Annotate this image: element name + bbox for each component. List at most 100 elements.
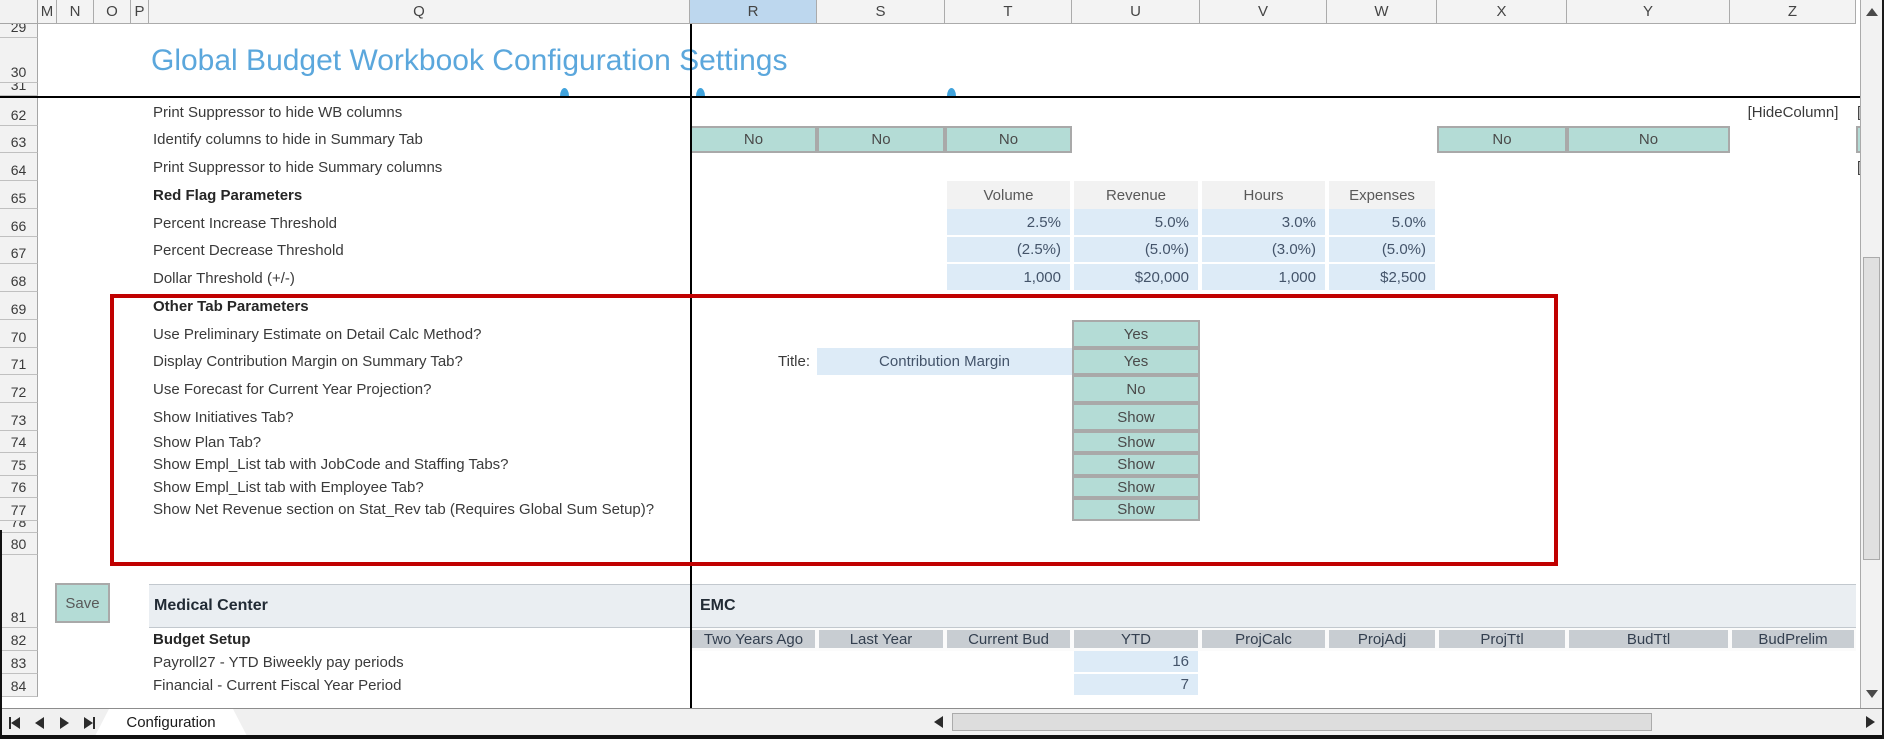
row-header-63[interactable]: 63 bbox=[0, 126, 38, 153]
scroll-down-icon[interactable] bbox=[1866, 690, 1878, 698]
vertical-scrollbar[interactable] bbox=[1860, 0, 1882, 708]
scroll-up-icon[interactable] bbox=[1866, 8, 1878, 16]
cell-U65[interactable]: Revenue bbox=[1072, 181, 1200, 209]
cell-R63[interactable]: No bbox=[690, 126, 817, 153]
column-header-Q[interactable]: Q bbox=[149, 0, 690, 24]
cell-V67[interactable]: (3.0%) bbox=[1200, 237, 1327, 264]
row-header-64[interactable]: 64 bbox=[0, 153, 38, 181]
row-header-69[interactable]: 69 bbox=[0, 292, 38, 320]
cell-Q67[interactable]: Percent Decrease Threshold bbox=[149, 237, 690, 264]
cell-R82[interactable]: Two Years Ago bbox=[690, 628, 817, 651]
scroll-left-icon[interactable] bbox=[934, 716, 943, 728]
cell-V66[interactable]: 3.0% bbox=[1200, 209, 1327, 237]
column-header-V[interactable]: V bbox=[1200, 0, 1327, 24]
column-header-X[interactable]: X bbox=[1437, 0, 1567, 24]
next-sheet-button[interactable] bbox=[56, 715, 72, 731]
column-header-S[interactable]: S bbox=[817, 0, 945, 24]
cell-U84[interactable]: 7 bbox=[1072, 674, 1200, 697]
row-header-80[interactable]: 80 bbox=[0, 533, 38, 555]
row-header-67[interactable]: 67 bbox=[0, 237, 38, 264]
column-header-U[interactable]: U bbox=[1072, 0, 1200, 24]
cell-Q83[interactable]: Payroll27 - YTD Biweekly pay periods bbox=[149, 651, 690, 674]
row-header-68[interactable]: 68 bbox=[0, 264, 38, 292]
column-header-T[interactable]: T bbox=[945, 0, 1072, 24]
cell-S82[interactable]: Last Year bbox=[817, 628, 945, 651]
cell-Q63[interactable]: Identify columns to hide in Summary Tab bbox=[149, 126, 690, 153]
cell-U66[interactable]: 5.0% bbox=[1072, 209, 1200, 237]
hidecolumn-tag[interactable]: [HideColumn] bbox=[1730, 98, 1856, 126]
cell-Q65[interactable]: Red Flag Parameters bbox=[149, 181, 690, 209]
column-header-M[interactable]: M bbox=[38, 0, 57, 24]
row-header-29[interactable]: 29 bbox=[0, 24, 38, 38]
cell-Q62[interactable]: Print Suppressor to hide WB columns bbox=[149, 98, 690, 126]
row-header-81[interactable]: 81 bbox=[0, 555, 38, 628]
page-title[interactable]: Global Budget Workbook Configuration Set… bbox=[149, 38, 1856, 83]
row-header-82[interactable]: 82 bbox=[0, 628, 38, 651]
cell-T65[interactable]: Volume bbox=[945, 181, 1072, 209]
cell-U82[interactable]: YTD bbox=[1072, 628, 1200, 651]
row-header-83[interactable]: 83 bbox=[0, 651, 38, 674]
cell-T67[interactable]: (2.5%) bbox=[945, 237, 1072, 264]
row-header-65[interactable]: 65 bbox=[0, 181, 38, 209]
row-header-77[interactable]: 77 bbox=[0, 498, 38, 521]
cell-Q82[interactable]: Budget Setup bbox=[149, 628, 690, 651]
cell-W82[interactable]: ProjAdj bbox=[1327, 628, 1437, 651]
column-header-N[interactable]: N bbox=[57, 0, 94, 24]
cell-Q84[interactable]: Financial - Current Fiscal Year Period bbox=[149, 674, 690, 697]
cell-Q68[interactable]: Dollar Threshold (+/-) bbox=[149, 264, 690, 292]
cell-X82[interactable]: ProjTtl bbox=[1437, 628, 1567, 651]
row-header-30[interactable]: 30 bbox=[0, 38, 38, 83]
row-header-73[interactable]: 73 bbox=[0, 403, 38, 431]
cell-V68[interactable]: 1,000 bbox=[1200, 264, 1327, 292]
cell-U68[interactable]: $20,000 bbox=[1072, 264, 1200, 292]
row-header-31[interactable]: 31 bbox=[0, 83, 38, 96]
cell-Y63[interactable]: No bbox=[1567, 126, 1730, 153]
cell-W68[interactable]: $2,500 bbox=[1327, 264, 1437, 292]
column-header-P[interactable]: P bbox=[131, 0, 149, 24]
row-header-72[interactable]: 72 bbox=[0, 375, 38, 403]
row-header-74[interactable]: 74 bbox=[0, 431, 38, 453]
cell-Q66[interactable]: Percent Increase Threshold bbox=[149, 209, 690, 237]
cell-Z82[interactable]: BudPrelim bbox=[1730, 628, 1856, 651]
cell-T68[interactable]: 1,000 bbox=[945, 264, 1072, 292]
cell-V65[interactable]: Hours bbox=[1200, 181, 1327, 209]
row-header-75[interactable]: 75 bbox=[0, 453, 38, 476]
row-header-70[interactable]: 70 bbox=[0, 320, 38, 348]
row-header-84[interactable]: 84 bbox=[0, 674, 38, 697]
emc-label[interactable]: EMC bbox=[692, 584, 940, 628]
cell-W66[interactable]: 5.0% bbox=[1327, 209, 1437, 237]
cell-Q64[interactable]: Print Suppressor to hide Summary columns bbox=[149, 153, 690, 181]
hidden-rows-split-line bbox=[0, 96, 1862, 98]
horizontal-scroll-thumb[interactable] bbox=[952, 713, 1652, 731]
column-header-Z[interactable]: Z bbox=[1730, 0, 1856, 24]
cell-T66[interactable]: 2.5% bbox=[945, 209, 1072, 237]
row-header-66[interactable]: 66 bbox=[0, 209, 38, 237]
cell-Y82[interactable]: BudTtl bbox=[1567, 628, 1730, 651]
last-sheet-button[interactable] bbox=[81, 715, 97, 731]
first-sheet-button[interactable] bbox=[6, 715, 22, 731]
cell-U83[interactable]: 16 bbox=[1072, 651, 1200, 674]
row-header-62[interactable]: 62 bbox=[0, 98, 38, 126]
cell-T82[interactable]: Current Bud bbox=[945, 628, 1072, 651]
vertical-scroll-thumb[interactable] bbox=[1863, 257, 1880, 560]
column-header-O[interactable]: O bbox=[94, 0, 131, 24]
column-header-R[interactable]: R bbox=[690, 0, 817, 24]
cell-V82[interactable]: ProjCalc bbox=[1200, 628, 1327, 651]
select-all-corner[interactable] bbox=[0, 0, 38, 24]
cell-S63[interactable]: No bbox=[817, 126, 945, 153]
column-header-W[interactable]: W bbox=[1327, 0, 1437, 24]
row-header-76[interactable]: 76 bbox=[0, 476, 38, 498]
scroll-right-icon[interactable] bbox=[1866, 716, 1875, 728]
medical-center-label[interactable]: Medical Center bbox=[146, 584, 690, 628]
column-header-Y[interactable]: Y bbox=[1567, 0, 1730, 24]
tab-configuration[interactable]: Configuration bbox=[95, 709, 247, 736]
cell-W67[interactable]: (5.0%) bbox=[1327, 237, 1437, 264]
cell-T63[interactable]: No bbox=[945, 126, 1072, 153]
previous-sheet-button[interactable] bbox=[31, 715, 47, 731]
cell-X63[interactable]: No bbox=[1437, 126, 1567, 153]
save-button[interactable]: Save bbox=[55, 583, 110, 623]
cell-W65[interactable]: Expenses bbox=[1327, 181, 1437, 209]
row-header-78[interactable]: 78 bbox=[0, 521, 38, 533]
row-header-71[interactable]: 71 bbox=[0, 348, 38, 375]
cell-U67[interactable]: (5.0%) bbox=[1072, 237, 1200, 264]
